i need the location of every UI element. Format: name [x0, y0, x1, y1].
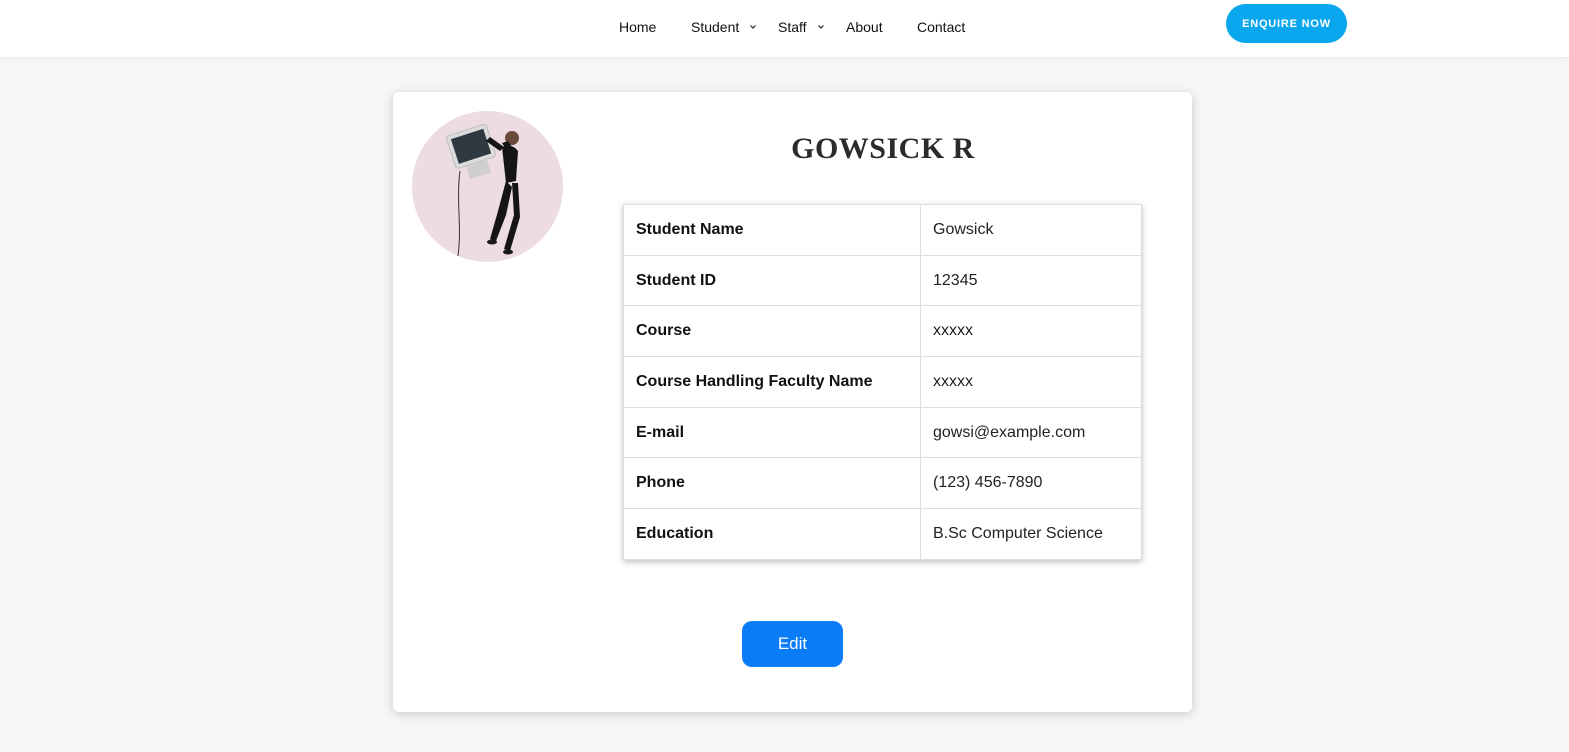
profile-photo-icon — [412, 111, 563, 262]
nav-item-contact[interactable]: Contact — [917, 18, 965, 36]
row-value: (123) 456-7890 — [920, 457, 1142, 510]
table-row: Student ID 12345 — [623, 254, 1142, 307]
student-name-heading: GOWSICK R — [791, 132, 975, 165]
row-label: Education — [623, 508, 921, 560]
chevron-down-icon — [750, 25, 757, 29]
row-value: B.Sc Computer Science — [920, 508, 1142, 560]
student-details-table: Student Name Gowsick Student ID 12345 Co… — [623, 204, 1142, 560]
profile-card: GOWSICK R Student Name Gowsick Student I… — [393, 92, 1192, 712]
enquire-now-button[interactable]: ENQUIRE NOW — [1226, 4, 1347, 43]
chevron-down-icon — [817, 25, 824, 29]
nav-item-home[interactable]: Home — [619, 18, 656, 36]
row-label: Student Name — [623, 204, 921, 256]
nav-item-label: Home — [619, 19, 657, 35]
nav-item-staff[interactable]: Staff — [778, 18, 825, 36]
row-label: Student ID — [623, 254, 921, 307]
row-label: Course — [623, 305, 921, 358]
row-value: xxxxx — [920, 305, 1142, 358]
table-row: E-mail gowsi@example.com — [623, 406, 1142, 459]
nav-item-label: Staff — [778, 19, 807, 35]
row-value: xxxxx — [920, 356, 1142, 408]
top-navbar: Home Student Staff About Contact ENQUIRE… — [0, 0, 1569, 57]
table-row: Course xxxxx — [623, 305, 1142, 358]
nav-item-label: About — [846, 19, 883, 35]
row-label: E-mail — [623, 406, 921, 459]
avatar — [412, 111, 563, 262]
row-value: Gowsick — [920, 204, 1142, 256]
row-value: 12345 — [920, 254, 1142, 307]
row-label: Course Handling Faculty Name — [623, 356, 921, 408]
nav-item-student[interactable]: Student — [691, 18, 757, 36]
nav-item-label: Student — [691, 19, 740, 35]
row-value: gowsi@example.com — [920, 406, 1142, 459]
row-label: Phone — [623, 457, 921, 510]
table-row: Course Handling Faculty Name xxxxx — [623, 356, 1142, 408]
nav-item-about[interactable]: About — [846, 18, 883, 36]
edit-button[interactable]: Edit — [742, 621, 843, 667]
table-row: Student Name Gowsick — [623, 204, 1142, 256]
table-row: Education B.Sc Computer Science — [623, 508, 1142, 560]
table-row: Phone (123) 456-7890 — [623, 457, 1142, 510]
nav-item-label: Contact — [917, 19, 966, 35]
